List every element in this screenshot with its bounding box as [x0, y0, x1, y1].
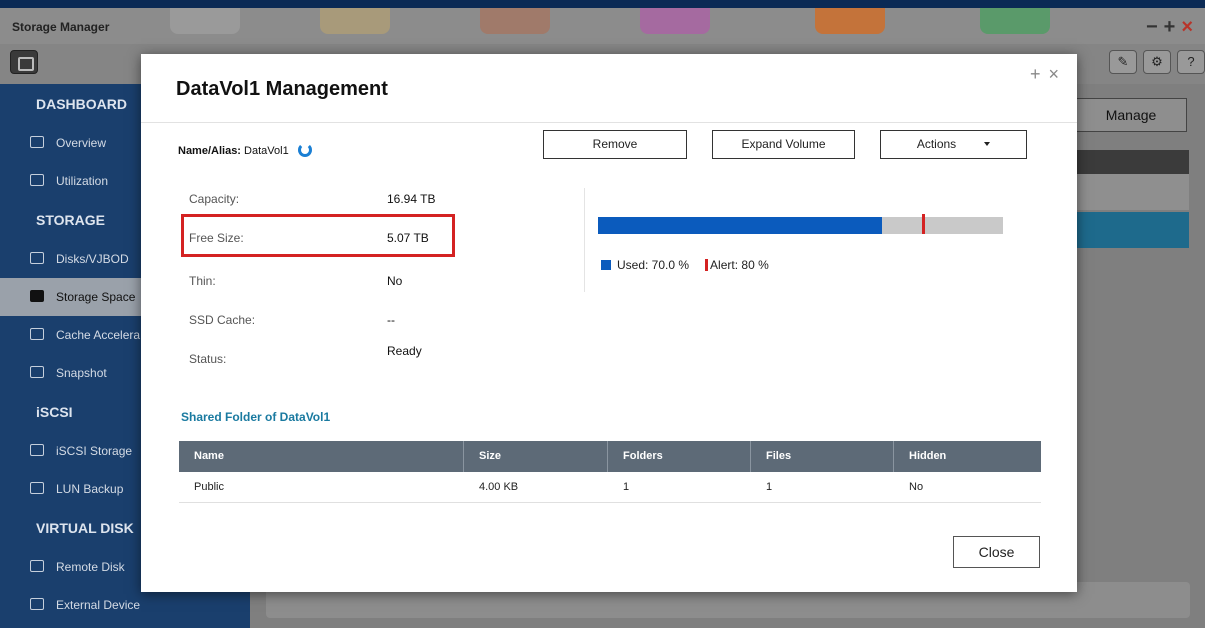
app-titlebar: Storage Manager −+× — [0, 0, 1205, 44]
table-cell: No — [909, 481, 924, 493]
table-header: Name Size Folders Files Hidden — [179, 441, 1041, 472]
disk-icon — [30, 252, 44, 264]
name-alias-row: Name/Alias: DataVol1 — [178, 143, 312, 157]
remote-disk-icon — [30, 560, 44, 572]
overview-icon — [30, 136, 44, 148]
backup-icon — [30, 482, 44, 494]
info-divider — [584, 188, 585, 292]
dialog-divider — [141, 122, 1077, 123]
dialog-title: DataVol1 Management — [176, 78, 388, 100]
table-cell: Public — [194, 481, 224, 493]
ssd-cache-value: -- — [387, 313, 395, 327]
sidebar-item-label: Disks/VJBOD — [56, 252, 129, 266]
chart-icon — [30, 174, 44, 186]
used-legend-swatch — [601, 260, 611, 270]
column-header-name[interactable]: Name — [179, 441, 464, 472]
ssd-cache-label: SSD Cache: — [189, 313, 256, 327]
app-title: Storage Manager — [12, 20, 110, 34]
gear-icon[interactable]: ⚙ — [1143, 50, 1171, 74]
shared-folder-title: Shared Folder of DataVol1 — [181, 410, 331, 424]
sidebar-toggle-button[interactable] — [10, 50, 38, 74]
background-app-icons — [160, 8, 1060, 44]
refresh-icon[interactable] — [297, 143, 312, 157]
app-icon — [480, 8, 550, 34]
capacity-value: 16.94 TB — [387, 192, 436, 206]
usage-legend: Used: 70.0 % Alert: 80 % — [601, 258, 769, 272]
shared-folder-table: Name Size Folders Files Hidden Public 4.… — [179, 441, 1041, 503]
sidebar-item-label: LUN Backup — [56, 482, 124, 496]
window-controls: −+× — [1146, 16, 1199, 39]
free-size-highlight — [181, 214, 455, 257]
close-icon[interactable]: × — [1181, 16, 1199, 38]
column-header-hidden[interactable]: Hidden — [894, 441, 1041, 472]
help-icon[interactable]: ? — [1177, 50, 1205, 74]
chevron-down-icon — [984, 142, 991, 146]
alert-legend-swatch — [705, 259, 709, 271]
status-value: Ready — [387, 344, 422, 358]
usage-bar-used — [598, 217, 882, 234]
list-row[interactable] — [1074, 174, 1189, 210]
app-icon — [640, 8, 710, 34]
actions-dropdown-label: Actions — [916, 137, 957, 151]
status-label: Status: — [189, 352, 227, 366]
usage-bar — [598, 214, 1003, 234]
table-row[interactable]: Public 4.00 KB 1 1 No — [179, 472, 1041, 503]
column-header-files[interactable]: Files — [751, 441, 894, 472]
actions-dropdown[interactable]: Actions — [880, 130, 1027, 159]
external-device-icon — [30, 598, 44, 610]
close-icon[interactable]: × — [1048, 64, 1067, 84]
maximize-icon[interactable]: + — [1164, 16, 1182, 38]
maximize-icon[interactable]: + — [1030, 64, 1049, 84]
column-header-size[interactable]: Size — [464, 441, 608, 472]
storage-icon — [30, 290, 44, 302]
iscsi-icon — [30, 444, 44, 456]
dialog-controls: +× — [1030, 64, 1067, 85]
sidebar-item-label: External Device — [56, 598, 141, 612]
table-cell: 1 — [766, 481, 773, 493]
thin-label: Thin: — [189, 274, 216, 288]
table-cell: 1 — [623, 481, 630, 493]
notifications-icon[interactable]: ✎ — [1109, 50, 1137, 74]
list-row-selected[interactable] — [1074, 212, 1189, 248]
remove-button[interactable]: Remove — [543, 130, 687, 159]
table-cell: 4.00 KB — [479, 481, 519, 493]
sidebar-item-label: Remote Disk — [56, 560, 125, 574]
sidebar-item-label: iSCSI Storage — [56, 444, 133, 458]
snapshot-icon — [30, 366, 44, 378]
thin-value: No — [387, 274, 403, 288]
alert-legend-label: Alert: 80 % — [710, 258, 769, 272]
capacity-label: Capacity: — [189, 192, 240, 206]
column-header-folders[interactable]: Folders — [608, 441, 751, 472]
manage-button[interactable]: Manage — [1075, 98, 1187, 132]
minimize-icon[interactable]: − — [1146, 16, 1164, 38]
sidebar-item-label: Cache Accelera — [56, 328, 141, 342]
list-header — [1074, 150, 1189, 174]
toolbar-right: ✎ ⚙ ? — [1109, 50, 1205, 74]
app-icon — [320, 8, 390, 34]
close-button[interactable]: Close — [953, 536, 1040, 568]
expand-volume-button[interactable]: Expand Volume — [712, 130, 855, 159]
name-alias-label: Name/Alias: — [178, 145, 241, 157]
volume-management-dialog: DataVol1 Management +× Name/Alias: DataV… — [141, 54, 1077, 592]
sidebar-item-label: Snapshot — [56, 366, 107, 380]
sidebar-item-label: Overview — [56, 136, 107, 150]
sidebar-item-label: Utilization — [56, 174, 109, 188]
usage-alert-marker — [922, 214, 925, 234]
cache-icon — [30, 328, 44, 340]
sidebar-item-label: Storage Space — [56, 290, 136, 304]
used-legend-label: Used: 70.0 % — [617, 258, 690, 272]
app-icon — [980, 8, 1050, 34]
app-icon — [170, 8, 240, 34]
app-icon — [815, 8, 885, 34]
name-alias-value: DataVol1 — [244, 145, 289, 157]
